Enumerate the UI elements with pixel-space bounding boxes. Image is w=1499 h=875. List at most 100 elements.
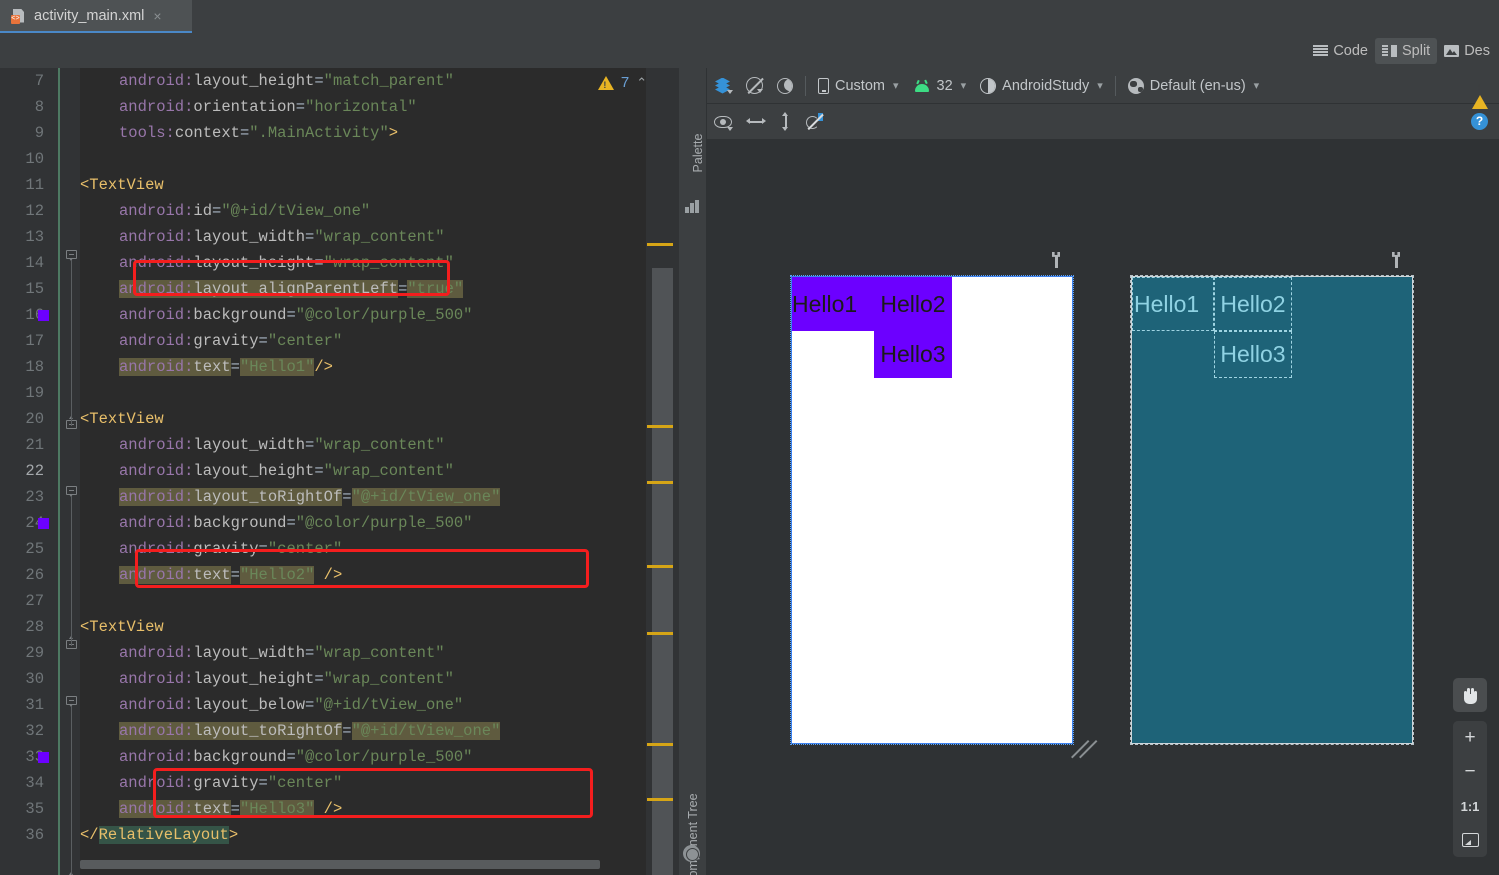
code-line[interactable]: </RelativeLayout> [80, 822, 238, 848]
design-surface-button[interactable] [707, 72, 739, 100]
orientation-button[interactable] [739, 72, 770, 100]
line-number: 34 [25, 774, 44, 792]
code-line[interactable]: <TextView [80, 406, 164, 432]
code-line[interactable]: android:layout_height="wrap_content" [119, 666, 454, 692]
code-line[interactable]: android:layout_height="match_parent" [119, 68, 454, 94]
code-line[interactable]: tools:context=".MainActivity"> [119, 120, 398, 146]
zoom-to-fit-icon [1461, 833, 1479, 847]
horizontal-scrollbar-thumb[interactable] [80, 860, 600, 869]
problem-marker[interactable] [647, 798, 673, 801]
line-number: 17 [25, 332, 44, 350]
code-line[interactable]: android:background="@color/purple_500" [119, 302, 472, 328]
theme-selector[interactable]: AndroidStudy ▾ [973, 72, 1110, 100]
mode-design-label: Des [1464, 42, 1490, 59]
code-line[interactable]: android:gravity="center" [119, 770, 342, 796]
line-number: 36 [25, 826, 44, 844]
design-canvas[interactable]: Hello1 Hello2 Hello3 Hello1 Hello2 Hello… [707, 140, 1499, 875]
code-line[interactable]: <TextView [80, 172, 164, 198]
wrench-icon[interactable] [1392, 252, 1400, 268]
code-line[interactable]: android:layout_alignParentLeft="true" [119, 276, 464, 302]
code-line[interactable]: android:layout_height="wrap_content" [119, 458, 454, 484]
color-gutter-swatch[interactable] [38, 752, 49, 763]
color-gutter-swatch[interactable] [38, 518, 49, 529]
device-selector[interactable]: Custom ▾ [811, 72, 906, 100]
blueprint-textview-hello1[interactable]: Hello1 [1132, 277, 1214, 331]
problem-marker[interactable] [647, 632, 673, 635]
code-line[interactable]: android:text="Hello3" /> [119, 796, 342, 822]
resize-handle[interactable] [1071, 740, 1107, 762]
problem-marker[interactable] [647, 743, 673, 746]
help-button[interactable]: ? [1471, 113, 1488, 130]
render-warning-button[interactable] [1472, 78, 1488, 109]
device-preview[interactable]: Hello1 Hello2 Hello3 [790, 275, 1074, 745]
preview-textview-hello3[interactable]: Hello3 [874, 331, 952, 378]
xml-code-editor[interactable]: 7 android:layout_height="match_parent" 8 an… [0, 68, 679, 875]
blueprint-textview-hello2[interactable]: Hello2 [1214, 277, 1292, 331]
code-line[interactable]: <TextView [80, 614, 164, 640]
code-line[interactable]: android:gravity="center" [119, 536, 342, 562]
code-line[interactable]: android:background="@color/purple_500" [119, 744, 472, 770]
problem-marker[interactable] [647, 565, 673, 568]
editor-marker-scrollbar[interactable] [646, 68, 679, 875]
layout-design-panel: Palette Component Tree Custom ▾ 32 ▾ And… [679, 68, 1499, 875]
api-label: 32 [936, 77, 953, 94]
locale-selector[interactable]: Default (en-us) ▾ [1121, 72, 1266, 100]
line-number: 7 [34, 72, 44, 90]
code-line[interactable]: android:text="Hello1"/> [119, 354, 333, 380]
code-line[interactable]: android:text="Hello2" /> [119, 562, 342, 588]
clear-constraints-icon [806, 113, 824, 130]
preview-text: Hello2 [880, 290, 946, 317]
view-options-button[interactable] [707, 108, 739, 136]
night-mode-button[interactable] [770, 72, 800, 100]
wrench-icon[interactable] [1052, 252, 1060, 268]
code-line[interactable]: android:id="@+id/tView_one" [119, 198, 370, 224]
tab-activity-main-xml[interactable]: <> activity_main.xml × [0, 0, 192, 33]
problem-marker[interactable] [647, 481, 673, 484]
mode-split-button[interactable]: Split [1374, 37, 1438, 64]
problem-marker[interactable] [647, 425, 673, 428]
line-number: 35 [25, 800, 44, 818]
code-line[interactable]: android:layout_toRightOf="@+id/tView_one… [119, 718, 501, 744]
code-line[interactable]: android:orientation="horizontal" [119, 94, 417, 120]
code-line[interactable]: android:layout_width="wrap_content" [119, 432, 445, 458]
mode-code-button[interactable]: Code [1306, 38, 1375, 64]
blueprint-preview[interactable]: Hello1 Hello2 Hello3 [1130, 275, 1414, 745]
line-number: 29 [25, 644, 44, 662]
horizontal-guideline-button[interactable] [739, 108, 773, 136]
clear-constraints-button[interactable] [799, 108, 831, 136]
code-line[interactable]: android:layout_height="wrap_content" [119, 250, 454, 276]
code-line[interactable]: android:gravity="center" [119, 328, 342, 354]
mode-design-button[interactable]: Des [1437, 38, 1497, 64]
blueprint-text: Hello1 [1134, 290, 1200, 317]
actual-size-button[interactable]: 1:1 [1453, 789, 1487, 823]
zoom-to-fit-button[interactable] [1453, 823, 1487, 857]
preview-textview-hello2[interactable]: Hello2 [874, 277, 952, 331]
blueprint-text: Hello3 [1220, 341, 1286, 367]
scrollbar-thumb[interactable] [652, 268, 673, 875]
line-number: 13 [25, 228, 44, 246]
api-level-selector[interactable]: 32 ▾ [906, 72, 974, 100]
sidebar-item-palette[interactable]: Palette [691, 108, 705, 198]
code-line[interactable]: android:layout_width="wrap_content" [119, 224, 445, 250]
code-line[interactable]: android:background="@color/purple_500" [119, 510, 472, 536]
line-number: 28 [25, 618, 44, 636]
zoom-in-button[interactable]: + [1453, 721, 1487, 755]
code-line[interactable]: android:layout_toRightOf="@+id/tView_one… [119, 484, 501, 510]
zoom-out-button[interactable]: − [1453, 755, 1487, 789]
horizontal-scrollbar[interactable] [80, 860, 646, 869]
vertical-guideline-button[interactable] [773, 108, 799, 136]
close-icon[interactable]: × [153, 9, 161, 23]
layers-icon [714, 77, 733, 94]
line-number: 12 [25, 202, 44, 220]
blueprint-textview-hello3[interactable]: Hello3 [1214, 331, 1292, 378]
preview-textview-hello1[interactable]: Hello1 [792, 277, 874, 331]
code-line[interactable]: android:layout_width="wrap_content" [119, 640, 445, 666]
problem-marker[interactable] [647, 243, 673, 246]
palette-icon [685, 200, 700, 213]
line-number: 22 [25, 462, 44, 480]
phone-icon [818, 77, 829, 94]
line-number: 10 [25, 150, 44, 168]
code-line[interactable]: android:layout_below="@+id/tView_one" [119, 692, 463, 718]
color-gutter-swatch[interactable] [38, 310, 49, 321]
pan-tool-button[interactable] [1453, 678, 1487, 712]
